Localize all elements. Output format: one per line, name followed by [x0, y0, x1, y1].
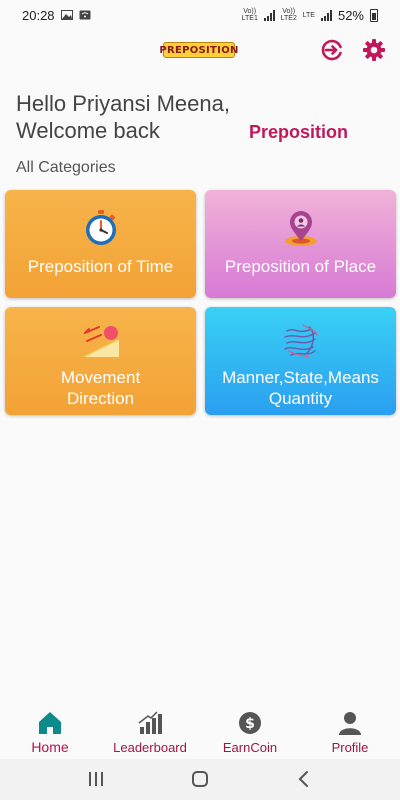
nav-earncoin[interactable]: $ EarnCoin	[200, 711, 300, 755]
category-label: Preposition of Place	[224, 257, 377, 276]
status-bar: 20:28 Vo)) LTE1 Vo)) LTE2 LTE 52%	[0, 0, 400, 30]
settings-button[interactable]	[362, 38, 386, 62]
nav-label: Profile	[331, 740, 369, 755]
app-title: Preposition	[249, 122, 349, 142]
recent-apps-icon	[89, 772, 103, 786]
category-card-movement[interactable]: Movement Direction	[5, 307, 196, 415]
category-label: Preposition of Time	[27, 257, 174, 276]
sim2-network: LTE	[302, 11, 315, 19]
category-card-place[interactable]: Preposition of Place	[205, 190, 396, 298]
status-right: Vo)) LTE1 Vo)) LTE2 LTE 52%	[242, 8, 378, 23]
scribble-icon	[283, 324, 318, 358]
nav-label: Home	[31, 739, 69, 755]
bottom-nav: Home Leaderboard $ EarnCoin Profile	[0, 705, 400, 759]
wifi-box-icon	[79, 10, 91, 20]
home-square-icon	[192, 771, 208, 787]
home-system-button[interactable]	[189, 769, 211, 789]
category-card-manner[interactable]: Manner,State,Means Quantity	[205, 307, 396, 415]
greeting-line-2: Welcome back	[16, 118, 160, 143]
leaderboard-icon	[138, 711, 162, 734]
nav-label: Leaderboard	[113, 740, 187, 755]
nav-home[interactable]: Home	[0, 711, 100, 755]
category-label: Manner,State,Means Quantity	[222, 368, 379, 408]
home-icon	[39, 712, 61, 734]
category-card-time[interactable]: Preposition of Time	[5, 190, 196, 298]
signal-strength-icon	[320, 9, 332, 21]
nav-leaderboard[interactable]: Leaderboard	[100, 711, 200, 755]
battery-icon	[370, 8, 378, 22]
location-pin-icon	[284, 211, 317, 246]
app-header: PREPOSITION	[0, 32, 400, 68]
back-chevron-icon	[298, 771, 308, 787]
system-nav-bar	[0, 759, 400, 800]
status-left: 20:28	[22, 8, 91, 23]
image-notification-icon	[60, 10, 73, 20]
status-time: 20:28	[22, 7, 55, 23]
category-label: Movement Direction	[60, 368, 141, 408]
sim2-label: Vo)) LTE2	[280, 8, 297, 22]
back-button[interactable]	[293, 769, 315, 789]
svg-text:$: $	[245, 716, 255, 732]
stopwatch-icon	[85, 210, 116, 245]
nav-profile[interactable]: Profile	[300, 711, 400, 755]
nav-label: EarnCoin	[222, 740, 278, 755]
section-label: All Categories	[16, 159, 116, 176]
gear-icon	[363, 39, 385, 61]
greeting-line-1: Hello Priyansi Meena,	[16, 91, 230, 116]
greeting: Hello Priyansi Meena, Welcome back	[16, 90, 230, 144]
ball-ramp-icon	[82, 326, 119, 358]
recent-apps-button[interactable]	[85, 769, 107, 789]
sim1-label: Vo)) LTE1	[241, 8, 258, 22]
logout-button[interactable]	[320, 38, 344, 62]
logout-icon	[321, 39, 342, 61]
coin-icon: $	[239, 712, 261, 734]
battery-percent: 52%	[337, 7, 364, 23]
app-logo: PREPOSITION	[159, 42, 238, 58]
signal-strength-icon	[263, 9, 275, 21]
profile-icon	[339, 712, 361, 735]
